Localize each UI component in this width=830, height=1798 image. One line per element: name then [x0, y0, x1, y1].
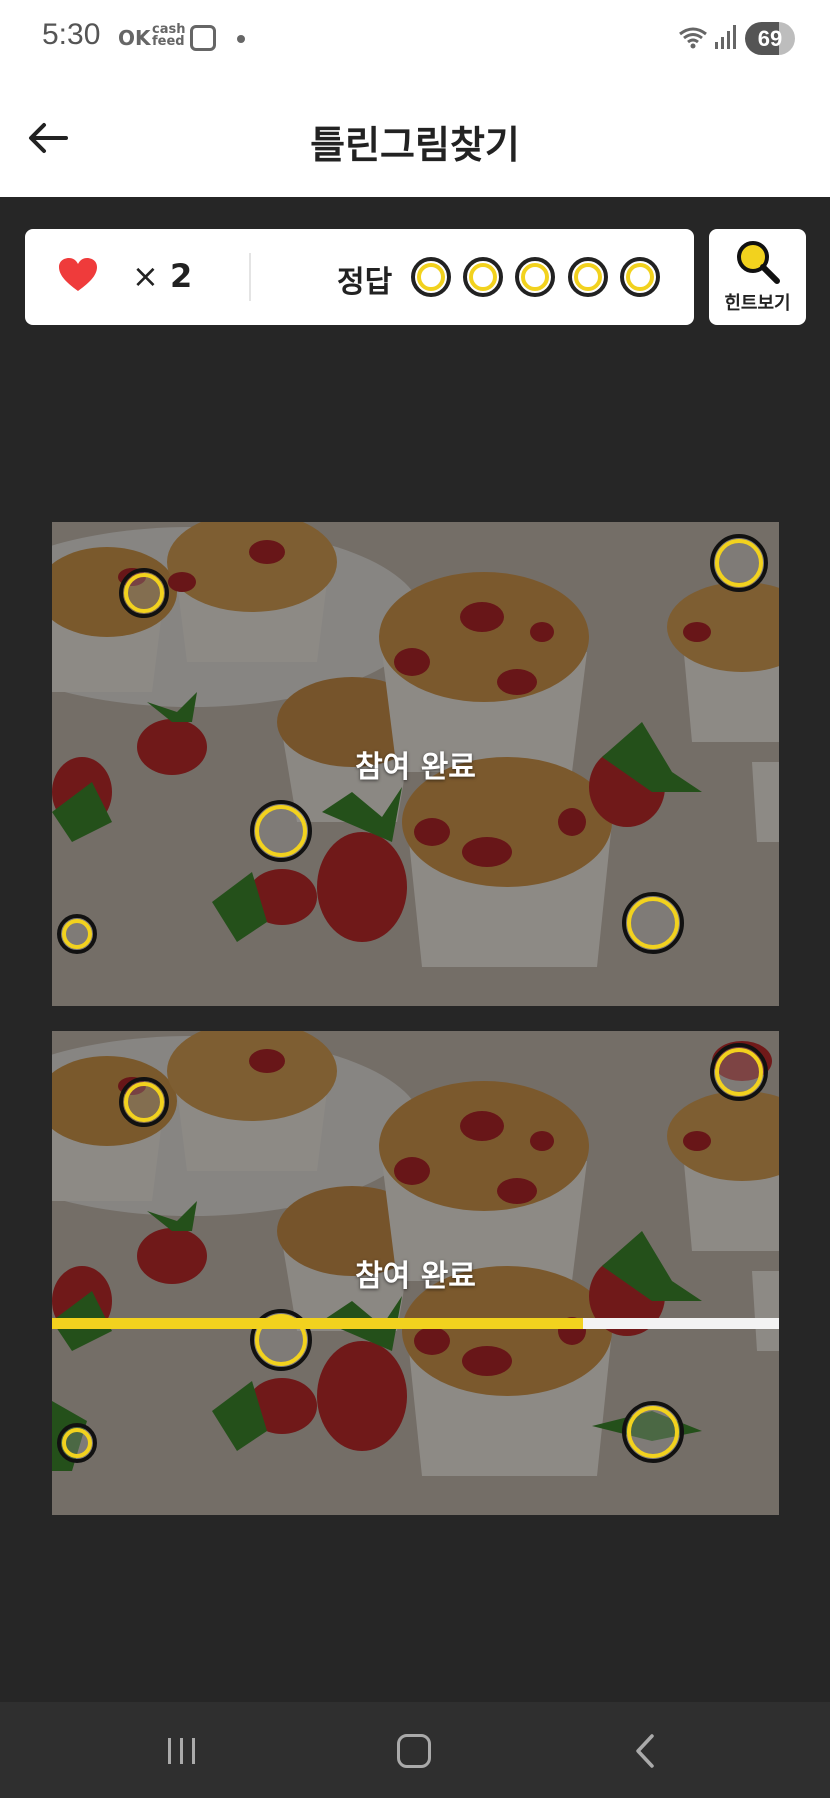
score-box: × 2 정답	[25, 229, 694, 325]
gallery-icon	[190, 25, 216, 51]
difference-marker[interactable]	[250, 800, 312, 862]
difference-marker[interactable]	[57, 1423, 97, 1463]
answer-slot	[411, 257, 451, 297]
game-panel: × 2 정답 힌트보기 참여 완료 참여 완료	[0, 197, 830, 1702]
home-icon[interactable]	[397, 1734, 431, 1768]
puzzle-image-top[interactable]: 참여 완료	[52, 522, 779, 1006]
heart-icon	[59, 258, 97, 291]
completed-label: 참여 완료	[355, 1259, 476, 1294]
answer-label: 정답	[337, 265, 393, 300]
page-title: 틀린그림찾기	[310, 123, 520, 167]
lives-multiplier: ×	[132, 257, 159, 295]
signal-icon	[715, 25, 736, 49]
nav-back-icon[interactable]	[630, 1732, 660, 1770]
ok-cashbag-icon: OK	[118, 26, 151, 50]
answer-slot	[515, 257, 555, 297]
hint-button[interactable]: 힌트보기	[709, 229, 806, 325]
difference-marker[interactable]	[119, 1077, 169, 1127]
puzzle-image-bottom[interactable]: 참여 완료	[52, 1031, 779, 1515]
difference-marker[interactable]	[710, 534, 768, 592]
completed-label: 참여 완료	[355, 750, 476, 785]
difference-marker[interactable]	[710, 1043, 768, 1101]
app-header: 틀린그림찾기	[0, 78, 830, 197]
battery-indicator: 69	[745, 22, 795, 55]
status-bar: 5:30 OK cash feed 69	[0, 0, 830, 78]
recent-apps-icon[interactable]	[165, 1736, 199, 1766]
answer-slot	[620, 257, 660, 297]
divider	[249, 253, 251, 301]
wifi-icon	[679, 27, 707, 49]
answer-slot	[463, 257, 503, 297]
status-time: 5:30	[42, 18, 101, 51]
cash-feed-icon: cash feed	[152, 22, 186, 49]
answer-slot	[568, 257, 608, 297]
hint-label: 힌트보기	[724, 293, 791, 314]
difference-marker[interactable]	[119, 568, 169, 618]
timer-bar	[52, 1318, 779, 1329]
timer-fill	[52, 1318, 583, 1329]
difference-marker[interactable]	[622, 1401, 684, 1463]
difference-marker[interactable]	[57, 914, 97, 954]
difference-marker[interactable]	[622, 892, 684, 954]
notification-dot-icon	[237, 35, 245, 43]
magnifier-icon	[737, 241, 780, 284]
lives-count: 2	[170, 257, 193, 295]
system-nav-bar	[0, 1702, 830, 1798]
